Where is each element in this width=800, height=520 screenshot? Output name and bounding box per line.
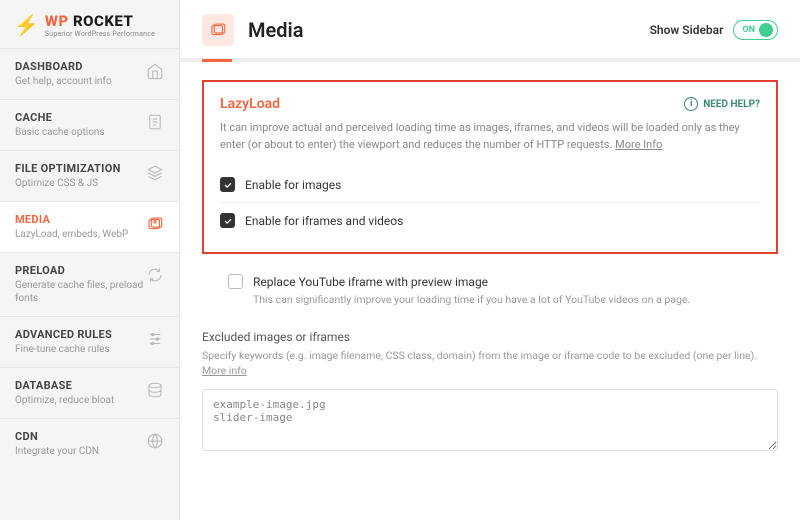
sidebar-item-cache[interactable]: CACHEBasic cache options — [0, 99, 179, 150]
excluded-title: Excluded images or iframes — [202, 330, 778, 344]
content: LazyLoad i NEED HELP? It can improve act… — [180, 62, 800, 520]
help-icon: i — [684, 97, 698, 111]
sidebar-item-file-optimization[interactable]: FILE OPTIMIZATIONOptimize CSS & JS — [0, 150, 179, 201]
enable-iframes-option[interactable]: Enable for iframes and videos — [220, 203, 760, 238]
checkbox-icon[interactable] — [220, 177, 235, 192]
show-sidebar-toggle[interactable]: ON — [733, 20, 778, 40]
enable-images-option[interactable]: Enable for images — [220, 167, 760, 203]
logo-icon: ⚡ — [14, 13, 39, 37]
sidebar-item-cdn[interactable]: CDNIntegrate your CDN — [0, 418, 179, 469]
more-info-link[interactable]: More info — [202, 364, 247, 377]
images-icon — [146, 215, 164, 233]
main: Media Show Sidebar ON LazyLoad i NEED HE… — [180, 0, 800, 520]
excluded-description: Specify keywords (e.g. image filename, C… — [202, 348, 778, 380]
sidebar-item-media[interactable]: MEDIALazyLoad, embeds, WebP — [0, 201, 179, 252]
checkbox-icon[interactable] — [228, 274, 243, 289]
globe-icon — [146, 432, 164, 450]
youtube-option: Replace YouTube iframe with preview imag… — [228, 266, 778, 320]
sidebar-item-advanced-rules[interactable]: ADVANCED RULESFine-tune cache rules — [0, 316, 179, 367]
nav: DASHBOARDGet help, account info CACHEBas… — [0, 48, 179, 520]
sidebar-item-dashboard[interactable]: DASHBOARDGet help, account info — [0, 48, 179, 99]
sidebar-item-preload[interactable]: PRELOADGenerate cache files, preload fon… — [0, 252, 179, 316]
media-icon — [202, 14, 234, 46]
sidebar: ⚡ WP ROCKET Superior WordPress Performan… — [0, 0, 180, 520]
refresh-icon — [146, 266, 164, 284]
page-title: Media — [248, 18, 303, 42]
lazyload-section: LazyLoad i NEED HELP? It can improve act… — [202, 80, 778, 254]
logo: ⚡ WP ROCKET Superior WordPress Performan… — [0, 0, 179, 48]
home-icon — [146, 62, 164, 80]
youtube-label: Replace YouTube iframe with preview imag… — [253, 275, 488, 289]
checkbox-icon[interactable] — [220, 213, 235, 228]
document-icon — [146, 113, 164, 131]
layers-icon — [146, 164, 164, 182]
sliders-icon — [146, 330, 164, 348]
more-info-link[interactable]: More Info — [615, 138, 662, 151]
need-help-link[interactable]: i NEED HELP? — [684, 97, 760, 111]
section-title: LazyLoad — [220, 96, 280, 112]
header: Media Show Sidebar ON — [180, 0, 800, 59]
excluded-section: Excluded images or iframes Specify keywo… — [202, 330, 778, 456]
youtube-description: This can significantly improve your load… — [253, 293, 778, 308]
sidebar-item-database[interactable]: DATABASEOptimize, reduce bloat — [0, 367, 179, 418]
section-description: It can improve actual and perceived load… — [220, 120, 760, 153]
database-icon — [146, 381, 164, 399]
excluded-textarea[interactable] — [202, 389, 778, 451]
show-sidebar-label: Show Sidebar — [650, 23, 724, 37]
